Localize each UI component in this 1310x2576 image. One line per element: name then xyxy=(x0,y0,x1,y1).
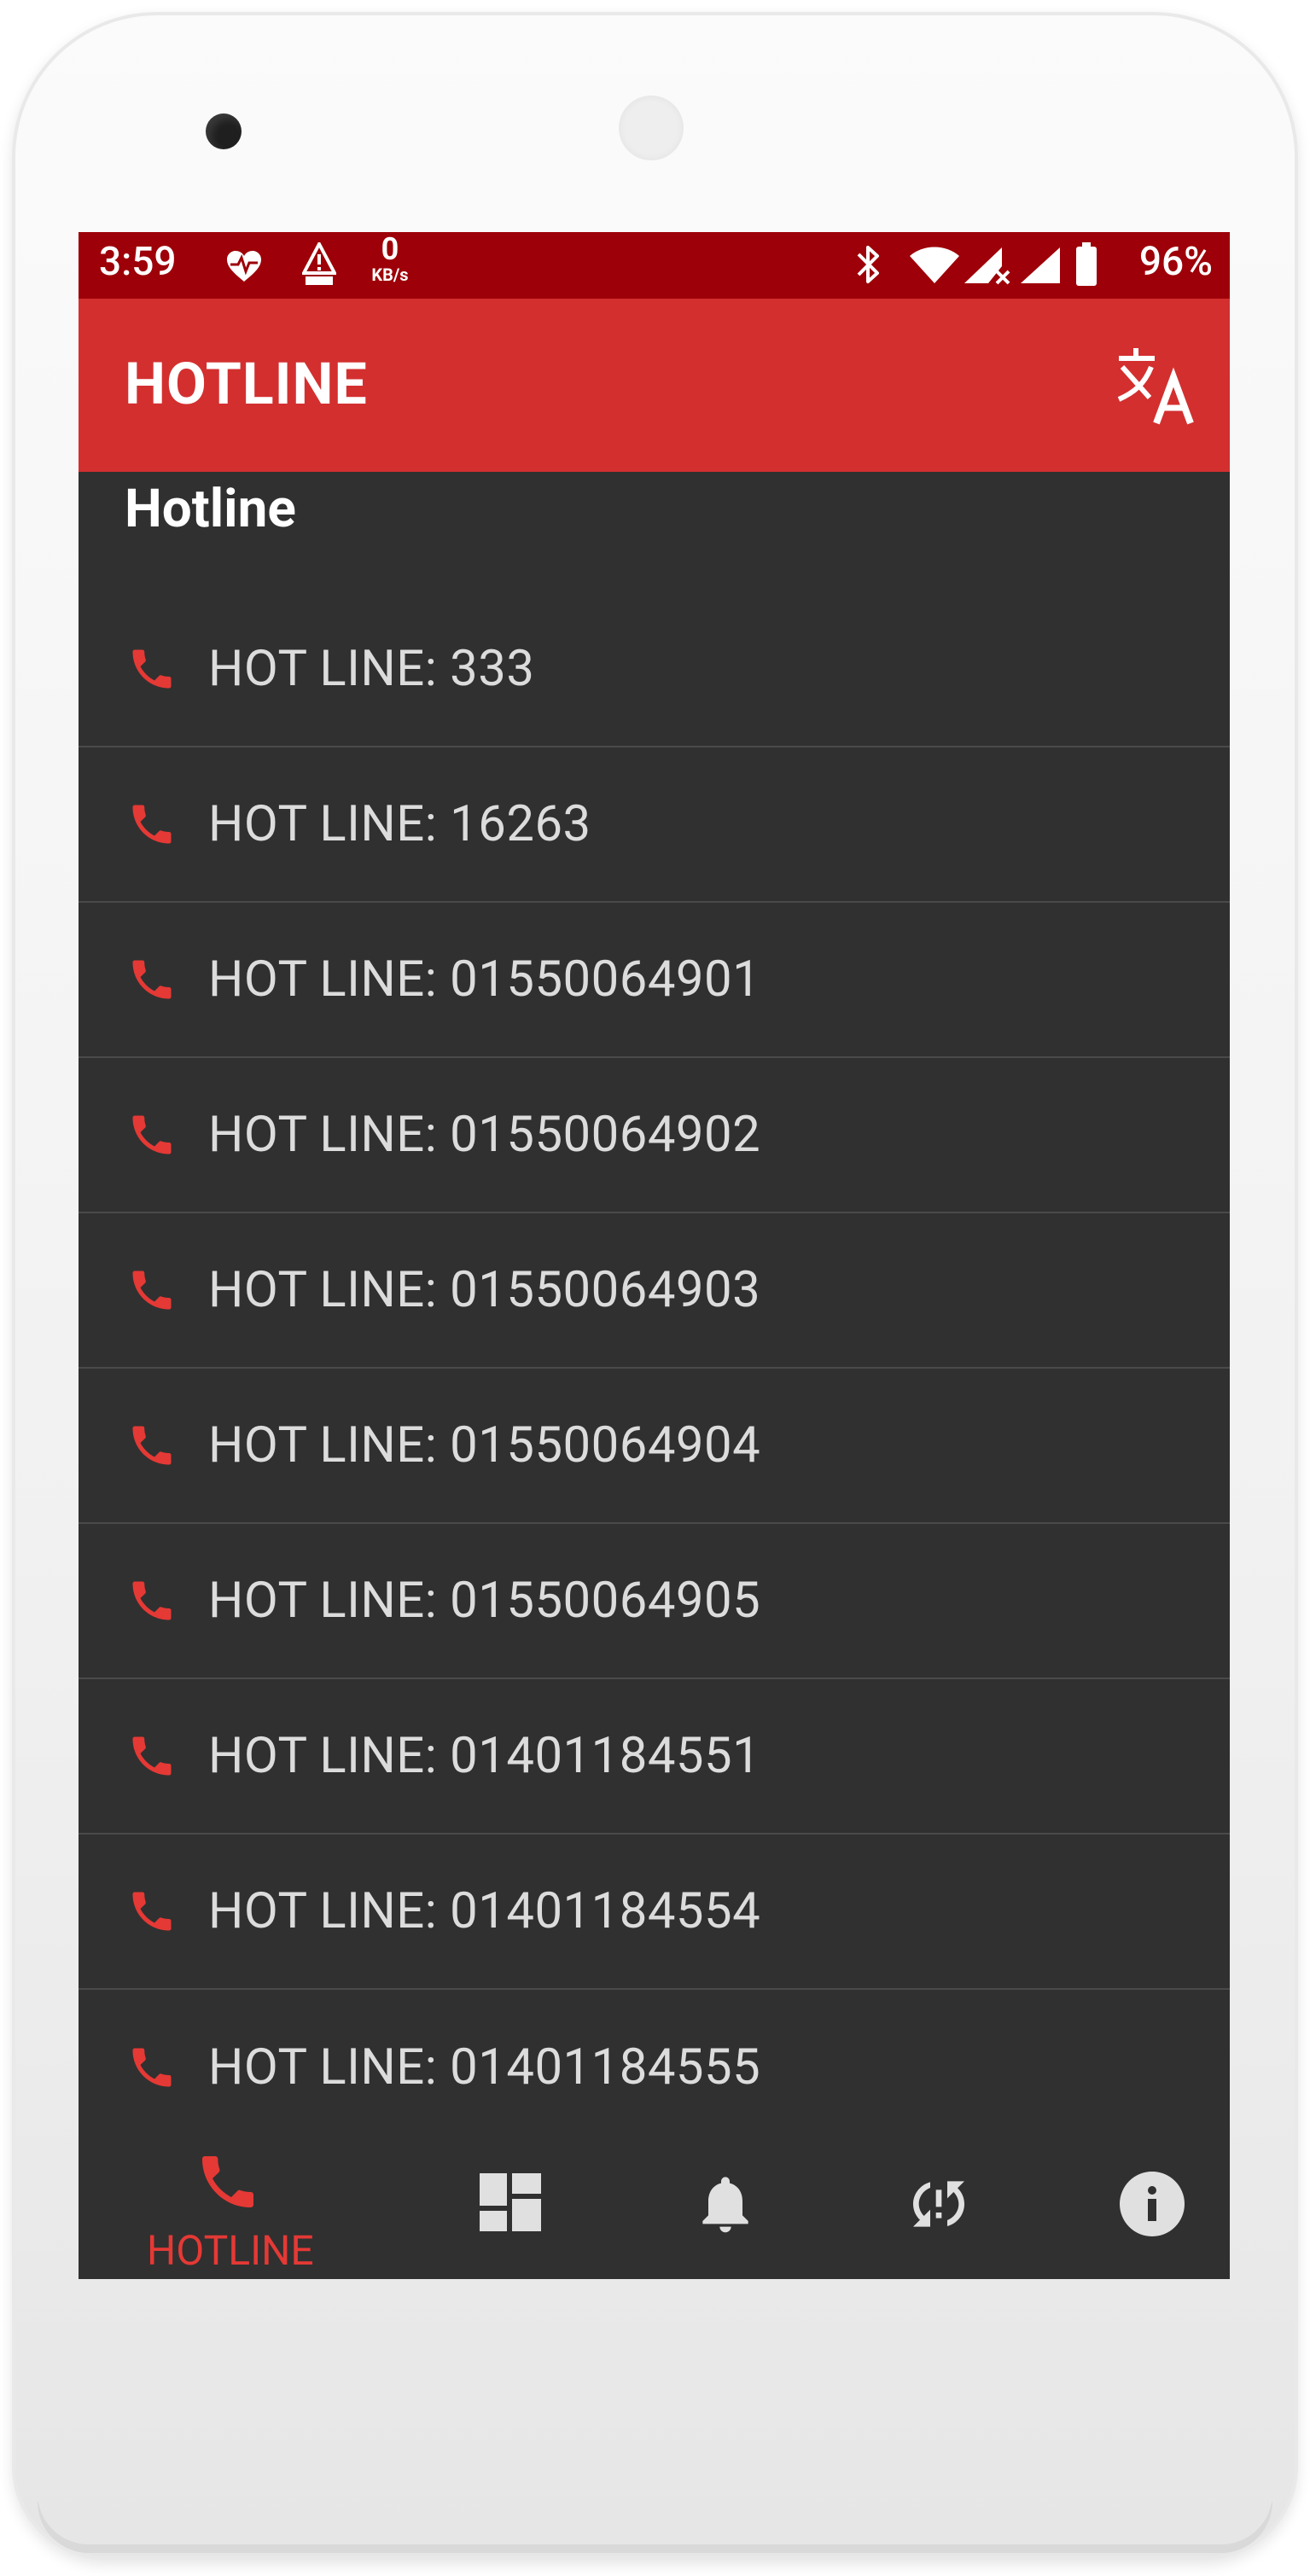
hotline-label: HOT LINE: 01401184551 xyxy=(208,1727,761,1785)
info-icon xyxy=(1120,2172,1185,2236)
network-speed-unit: KB/s xyxy=(371,265,409,285)
phone-icon xyxy=(132,2048,172,2087)
hotline-label: HOT LINE: 01550064902 xyxy=(208,1106,761,1164)
hotline-label: HOT LINE: 333 xyxy=(208,640,535,698)
hotline-item[interactable]: HOT LINE: 01550064903 xyxy=(79,1213,1230,1369)
dashboard-icon xyxy=(480,2173,541,2231)
device-bottom-edge xyxy=(38,2493,1272,2544)
phone-icon xyxy=(132,805,172,844)
hotline-label: HOT LINE: 01401184555 xyxy=(208,2038,761,2096)
status-bar: 3:59 0 KB/s 96% xyxy=(79,232,1230,299)
phone-icon xyxy=(132,1115,172,1154)
phone-icon xyxy=(202,2156,253,2207)
hotline-item[interactable]: HOT LINE: 01401184551 xyxy=(79,1679,1230,1835)
app-screen: 3:59 0 KB/s 96% HOTLINE Hotline HOT LINE… xyxy=(79,232,1230,2279)
hotline-item[interactable]: HOT LINE: 16263 xyxy=(79,747,1230,903)
battery-icon xyxy=(1076,242,1097,286)
hotline-label: HOT LINE: 16263 xyxy=(208,795,591,853)
heart-pulse-icon xyxy=(227,251,261,282)
phone-icon xyxy=(132,1426,172,1465)
app-bar: HOTLINE xyxy=(79,299,1230,472)
cellular-nosignal-icon xyxy=(964,247,1010,285)
hotline-list: HOT LINE: 333 HOT LINE: 16263 HOT LINE: … xyxy=(79,592,1230,2145)
hotline-label: HOT LINE: 01550064905 xyxy=(208,1572,761,1630)
hotline-label: HOT LINE: 01550064904 xyxy=(208,1416,761,1474)
phone-icon xyxy=(132,1892,172,1931)
front-camera xyxy=(206,113,242,149)
sync-problem-icon xyxy=(913,2181,964,2227)
hotline-item[interactable]: HOT LINE: 01401184554 xyxy=(79,1835,1230,1990)
battery-percent: 96% xyxy=(1138,239,1213,285)
hotline-item[interactable]: HOT LINE: 01550064901 xyxy=(79,903,1230,1058)
nav-notifications[interactable] xyxy=(667,2117,787,2279)
phone-icon xyxy=(132,960,172,999)
nav-dashboard[interactable] xyxy=(454,2117,573,2279)
hotline-item[interactable]: HOT LINE: 01550064905 xyxy=(79,1524,1230,1679)
wifi-icon xyxy=(910,247,959,283)
translate-icon[interactable] xyxy=(1115,345,1197,427)
network-speed-value: 0 xyxy=(381,232,399,267)
cellular-icon xyxy=(1021,247,1060,283)
section-heading: Hotline xyxy=(125,478,296,540)
phone-icon xyxy=(132,649,172,689)
hotline-label: HOT LINE: 01550064903 xyxy=(208,1261,761,1319)
network-warning-icon xyxy=(302,242,336,285)
status-time: 3:59 xyxy=(99,239,177,285)
phone-icon xyxy=(132,1581,172,1620)
hotline-item[interactable]: HOT LINE: 01550064904 xyxy=(79,1369,1230,1524)
app-bar-title: HOTLINE xyxy=(125,350,368,418)
network-speed: 0 KB/s xyxy=(360,234,420,283)
nav-sync-problem[interactable] xyxy=(881,2117,1000,2279)
nav-info[interactable] xyxy=(1094,2117,1214,2279)
bell-icon xyxy=(702,2177,748,2233)
nav-hotline[interactable]: HOTLINE xyxy=(147,2117,314,2279)
hotline-item[interactable]: HOT LINE: 01550064902 xyxy=(79,1058,1230,1213)
bottom-navigation: HOTLINE xyxy=(79,2117,1230,2279)
phone-icon xyxy=(132,1736,172,1776)
proximity-sensor xyxy=(619,96,684,160)
bluetooth-icon xyxy=(857,246,879,283)
hotline-item[interactable]: HOT LINE: 333 xyxy=(79,592,1230,747)
phone-icon xyxy=(132,1271,172,1310)
hotline-label: HOT LINE: 01550064901 xyxy=(208,951,761,1009)
nav-hotline-label: HOTLINE xyxy=(147,2226,314,2275)
hotline-label: HOT LINE: 01401184554 xyxy=(208,1882,761,1940)
